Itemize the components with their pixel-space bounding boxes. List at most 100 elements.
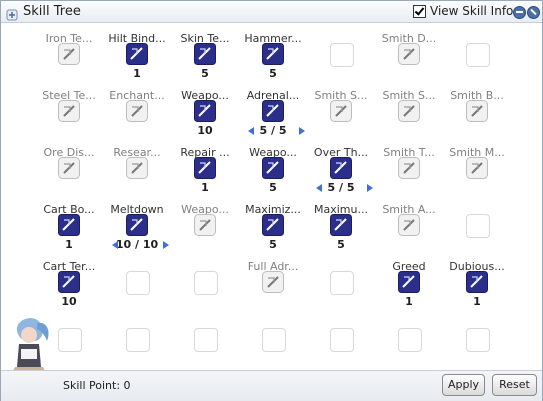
skill-cell[interactable]: Steel Te...	[35, 89, 105, 147]
weapon-research-icon[interactable]	[262, 157, 284, 179]
hammerfall-icon[interactable]	[262, 43, 284, 65]
full-adrenaline-icon[interactable]	[262, 271, 284, 293]
minimize-button[interactable]	[513, 6, 526, 19]
skill-cell[interactable]: Iron Te...	[35, 32, 105, 90]
skill-cell[interactable]: Smith D...	[375, 32, 445, 90]
skin-tempering-icon[interactable]	[194, 43, 216, 65]
skill-cell[interactable]	[239, 317, 309, 375]
skill-cell[interactable]	[307, 317, 377, 375]
empty-skill-slot	[466, 43, 490, 67]
skill-cell[interactable]: Smith S...	[375, 89, 445, 147]
skill-level: 1	[405, 295, 413, 308]
smith-sword-icon[interactable]	[398, 100, 420, 122]
skill-cell[interactable]: Maximu... 5	[307, 203, 377, 261]
cart-termination-icon[interactable]	[58, 271, 80, 293]
adrenaline-rush-icon[interactable]	[262, 100, 284, 122]
level-decrease-arrow-icon[interactable]	[316, 184, 322, 192]
skill-cell[interactable]: Skin Te... 5	[171, 32, 241, 90]
research-icon[interactable]	[126, 157, 148, 179]
title-bar[interactable]: Skill Tree View Skill Info	[1, 1, 542, 23]
repair-weapon-icon[interactable]	[194, 157, 216, 179]
empty-skill-slot	[262, 328, 286, 352]
skill-level: 1	[133, 67, 141, 80]
skill-cell[interactable]: Resear...	[103, 146, 173, 204]
skill-cell[interactable]: Cart Bo... 1	[35, 203, 105, 261]
greed-icon[interactable]	[398, 271, 420, 293]
view-skill-info-checkbox[interactable]	[413, 4, 426, 18]
empty-skill-slot	[398, 328, 422, 352]
skill-cell[interactable]	[171, 317, 241, 375]
skill-level: 10	[61, 295, 77, 308]
skill-cell[interactable]	[103, 260, 173, 318]
anvil-icon[interactable]	[126, 100, 148, 122]
skill-cell[interactable]: Enchant...	[103, 89, 173, 147]
skill-cell[interactable]: Over Th... 5 / 5	[307, 146, 377, 204]
level-increase-arrow-icon[interactable]	[299, 127, 305, 135]
skill-cell[interactable]	[307, 32, 377, 90]
skill-cell[interactable]: Cart Ter... 10	[35, 260, 105, 318]
skill-cell[interactable]: Smith A...	[375, 203, 445, 261]
skill-cell[interactable]: Maximiz... 5	[239, 203, 309, 261]
skill-cell[interactable]	[375, 317, 445, 375]
skill-level: 5	[269, 67, 277, 80]
skill-level: 5	[269, 181, 277, 194]
skill-cell[interactable]: Weapo... 5	[239, 146, 309, 204]
skill-cell[interactable]: Smith T...	[375, 146, 445, 204]
skill-cell[interactable]: Full Adr...	[239, 260, 309, 318]
skill-cell[interactable]: Ore Dis...	[35, 146, 105, 204]
skill-cell[interactable]: Repair ... 1	[171, 146, 241, 204]
over-thrust-icon[interactable]	[330, 157, 352, 179]
ore-discovery-icon[interactable]	[58, 157, 80, 179]
skill-cell[interactable]	[443, 32, 513, 90]
level-decrease-arrow-icon[interactable]	[248, 127, 254, 135]
skill-cell[interactable]	[171, 260, 241, 318]
skill-level: 5	[201, 67, 209, 80]
level-increase-arrow-icon[interactable]	[163, 241, 169, 249]
maximum-over-thrust-icon[interactable]	[330, 214, 352, 236]
skill-cell[interactable]: Smith S...	[307, 89, 377, 147]
hilt-binding-icon[interactable]	[126, 43, 148, 65]
reset-button[interactable]: Reset	[492, 374, 537, 396]
skill-cell[interactable]: Smith B...	[443, 89, 513, 147]
empty-skill-slot	[194, 271, 218, 295]
skill-cell[interactable]: Adrenal... 5 / 5	[239, 89, 309, 147]
apply-button[interactable]: Apply	[442, 374, 485, 396]
smith-brush-icon[interactable]	[466, 100, 488, 122]
weapon-perfection-icon[interactable]	[194, 100, 216, 122]
smith-dagger-icon[interactable]	[398, 43, 420, 65]
skill-cell[interactable]: Smith M...	[443, 146, 513, 204]
skill-cell[interactable]	[103, 317, 173, 375]
skill-point-counter: Skill Point: 0	[63, 379, 131, 392]
empty-skill-slot	[466, 214, 490, 238]
skill-cell[interactable]: Dubious... 1	[443, 260, 513, 318]
smith-axe-icon[interactable]	[398, 214, 420, 236]
skill-cell[interactable]: Hammer... 5	[239, 32, 309, 90]
empty-skill-slot	[330, 271, 354, 295]
dubious-icon[interactable]	[466, 271, 488, 293]
empty-skill-slot	[58, 328, 82, 352]
cart-boost-icon[interactable]	[58, 214, 80, 236]
level-decrease-arrow-icon[interactable]	[112, 241, 118, 249]
weaponry-icon[interactable]	[194, 214, 216, 236]
skill-cell[interactable]: Greed 1	[375, 260, 445, 318]
skill-cell[interactable]	[307, 260, 377, 318]
anvil-icon[interactable]	[58, 43, 80, 65]
anvil-icon[interactable]	[58, 100, 80, 122]
skill-cell[interactable]: Hilt Bind... 1	[103, 32, 173, 90]
smith-twohand-icon[interactable]	[398, 157, 420, 179]
skill-cell[interactable]: Weapo... 10	[171, 89, 241, 147]
smith-sword-icon[interactable]	[330, 100, 352, 122]
skill-cell[interactable]: Weapo...	[171, 203, 241, 261]
meltdown-icon[interactable]	[126, 214, 148, 236]
close-button[interactable]	[527, 6, 540, 19]
skill-cell[interactable]: Meltdown 10 / 10	[103, 203, 173, 261]
skill-cell[interactable]	[443, 203, 513, 261]
view-skill-info-toggle[interactable]: View Skill Info	[413, 4, 513, 18]
empty-skill-slot	[330, 43, 354, 67]
maximize-power-icon[interactable]	[262, 214, 284, 236]
level-increase-arrow-icon[interactable]	[367, 184, 373, 192]
skill-cell[interactable]	[443, 317, 513, 375]
smith-mace-icon[interactable]	[466, 157, 488, 179]
view-skill-info-label: View Skill Info	[430, 4, 514, 18]
footer: Skill Point: 0 Apply Reset	[1, 370, 542, 401]
